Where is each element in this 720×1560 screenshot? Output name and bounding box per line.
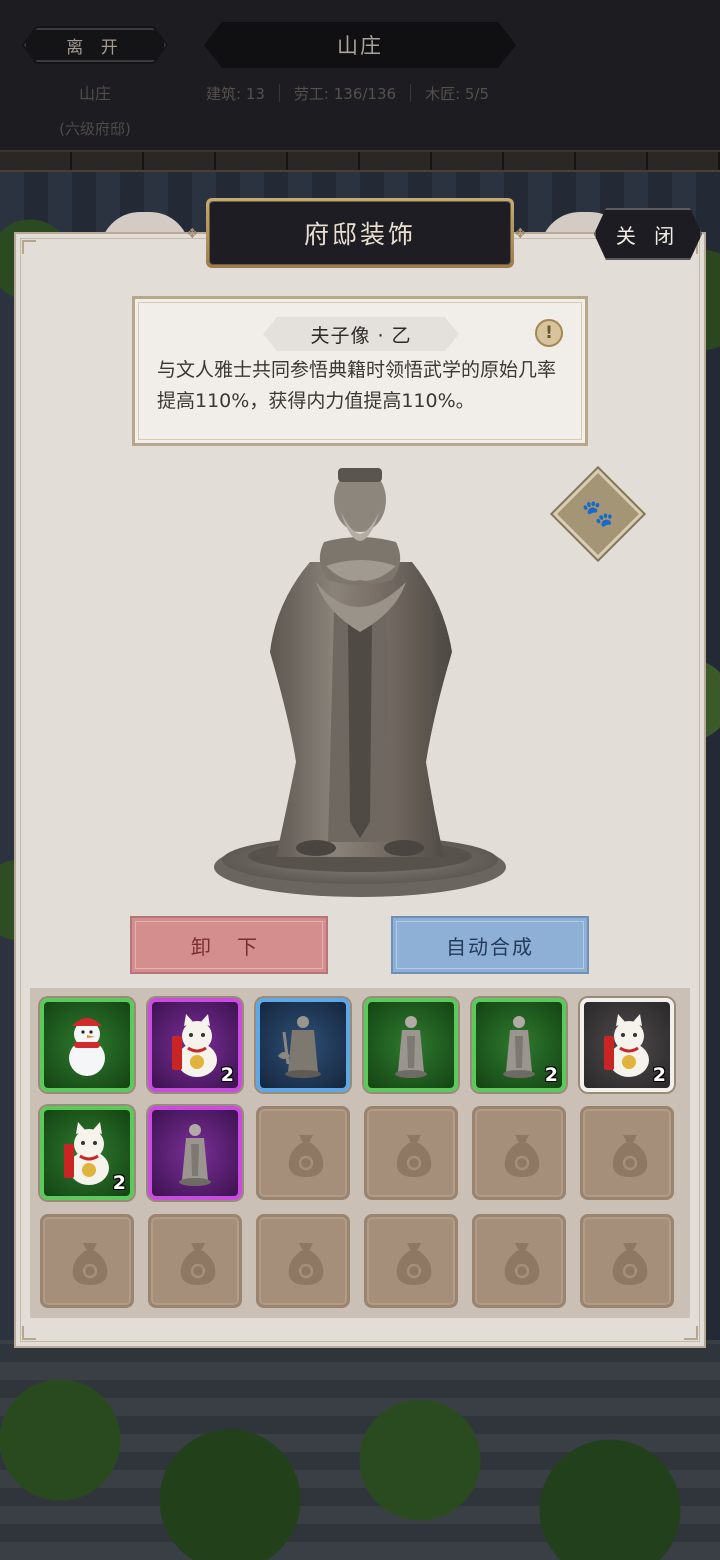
decoration-description: 与文人雅士共同参悟典籍时领悟武学的原始几率提高110%，获得内力值提高110%。 [157, 359, 557, 412]
empty-inventory-slot[interactable] [364, 1106, 458, 1200]
exclamation-icon[interactable]: ! [535, 319, 563, 347]
auto-merge-button-label: 自动合成 [446, 934, 534, 959]
item-count: 2 [112, 1172, 126, 1194]
dialog-title-plate: 府邸装饰 [206, 198, 514, 268]
courtyard-background [0, 1340, 720, 1560]
stat-divider [410, 84, 412, 102]
confucius-statue-image [206, 462, 514, 902]
corner-ornament [22, 240, 36, 254]
empty-inventory-slot[interactable] [40, 1214, 134, 1308]
stat-divider [278, 84, 280, 102]
inventory-slot[interactable] [40, 998, 134, 1092]
empty-inventory-slot[interactable] [256, 1214, 350, 1308]
inventory-slot[interactable] [148, 1106, 242, 1200]
estate-title-label: 山庄 [337, 34, 383, 58]
item-count: 2 [220, 1064, 234, 1086]
header-trim [0, 150, 720, 172]
close-button[interactable]: 关 闭 [594, 208, 702, 260]
corner-ornament [22, 1326, 36, 1340]
empty-inventory-slot[interactable] [580, 1214, 674, 1308]
empty-inventory-slot[interactable] [472, 1214, 566, 1308]
empty-inventory-slot[interactable] [580, 1106, 674, 1200]
paw-glyph: 🐾 [581, 499, 615, 529]
inventory-slot[interactable] [364, 998, 458, 1092]
unload-button[interactable]: 卸 下 [130, 916, 328, 974]
dialog-title: 府邸装饰 [209, 201, 511, 265]
inventory-slot[interactable] [256, 998, 350, 1092]
top-header: 离 开 山庄 山庄 (六级府邸) 建筑: 13 劳工: 136/136 木匠: … [0, 0, 720, 172]
inventory-grid: 2 2 2 2 [30, 988, 690, 1318]
auto-merge-button[interactable]: 自动合成 [391, 916, 589, 974]
unload-button-label: 卸 下 [190, 934, 268, 959]
item-count: 2 [652, 1064, 666, 1086]
empty-inventory-slot[interactable] [148, 1214, 242, 1308]
estate-name: 山庄 [78, 84, 111, 103]
inventory-slot[interactable]: 2 [580, 998, 674, 1092]
inventory-slot[interactable]: 2 [148, 998, 242, 1092]
inventory-slot[interactable]: 2 [40, 1106, 134, 1200]
empty-inventory-slot[interactable] [472, 1106, 566, 1200]
decoration-info-card: 夫子像 · 乙 ! 与文人雅士共同参悟典籍时领悟武学的原始几率提高110%，获得… [132, 296, 588, 446]
empty-inventory-slot[interactable] [256, 1106, 350, 1200]
decoration-name: 夫子像 · 乙 [263, 317, 459, 351]
stat-laborers: 劳工: 136/136 [293, 84, 397, 103]
stat-buildings: 建筑: 13 [206, 84, 265, 103]
close-button-label: 关 闭 [615, 223, 681, 248]
estate-title: 山庄 [204, 22, 516, 68]
corner-ornament [684, 1326, 698, 1340]
title-flourish-icon: ❖ [514, 226, 527, 242]
leave-button[interactable]: 离 开 [22, 26, 168, 64]
item-count: 2 [544, 1064, 558, 1086]
stat-carpenters: 木匠: 5/5 [425, 84, 490, 103]
empty-inventory-slot[interactable] [364, 1214, 458, 1308]
leave-button-label: 离 开 [66, 37, 124, 58]
estate-stats: 建筑: 13 劳工: 136/136 木匠: 5/5 [206, 82, 489, 104]
estate-level: (六级府邸) [59, 120, 131, 138]
inventory-slot[interactable]: 2 [472, 998, 566, 1092]
